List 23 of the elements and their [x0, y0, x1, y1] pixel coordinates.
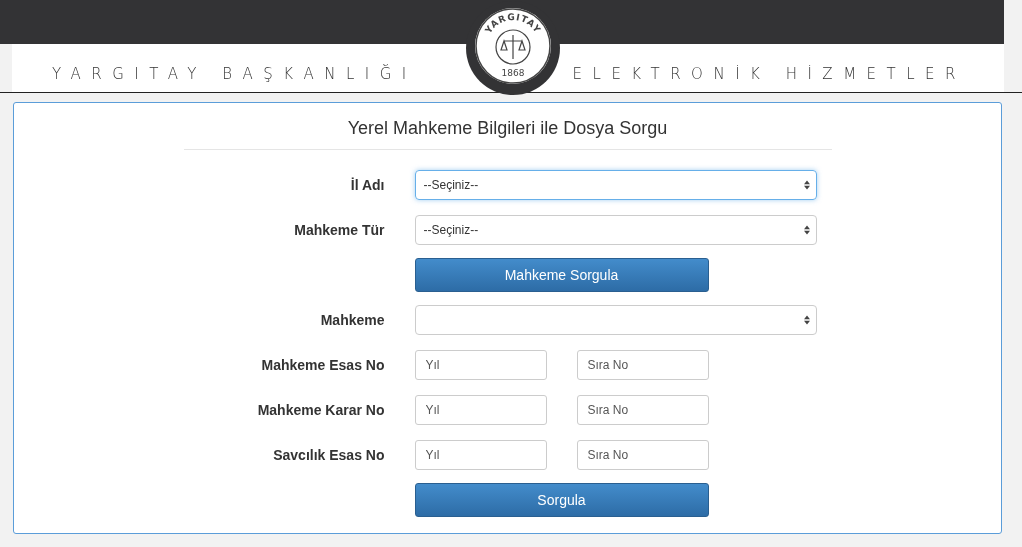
header-title: YARGITAY BAŞKANLIĞI: [52, 63, 417, 85]
search-button[interactable]: Sorgula: [414, 483, 709, 517]
field-label: Savcılık Esas No: [272, 447, 385, 463]
search-button[interactable]: Mahkeme Sorgula: [414, 258, 709, 292]
form-title: Yerel Mahkeme Bilgileri ile Dosya Sorgu: [183, 103, 832, 150]
header-title: ELEKTRONİK HİZMETLER: [572, 64, 966, 85]
field-label: Mahkeme Karar No: [256, 402, 385, 418]
field-label: Mahkeme: [319, 312, 385, 328]
field-label: Mahkeme Tür: [293, 222, 385, 238]
field-label: İl Adı: [349, 177, 385, 193]
sort-arrows-icon: [803, 225, 810, 235]
input-field[interactable]: Yıl: [414, 350, 547, 380]
select-field[interactable]: --Seçiniz--: [414, 170, 817, 200]
input-field[interactable]: Sıra No: [576, 440, 709, 470]
sort-arrows-icon: [803, 180, 810, 190]
input-field[interactable]: Sıra No: [576, 350, 709, 380]
input-field[interactable]: Yıl: [414, 440, 547, 470]
input-field[interactable]: Yıl: [414, 395, 547, 425]
sort-arrows-icon: [803, 315, 810, 325]
input-field[interactable]: Sıra No: [576, 395, 709, 425]
select-field[interactable]: --Seçiniz--: [414, 215, 817, 245]
select-field[interactable]: [414, 305, 817, 335]
field-label: Mahkeme Esas No: [260, 357, 385, 373]
